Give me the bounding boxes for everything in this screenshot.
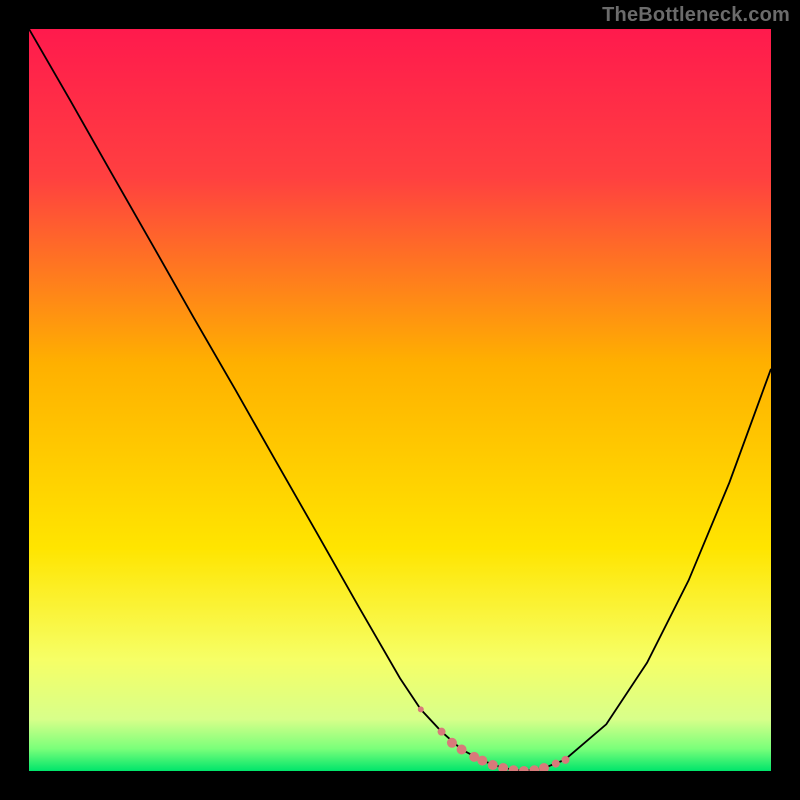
plot-area [29,29,771,771]
chart-svg [29,29,771,771]
marker-dot [477,756,487,766]
watermark-label: TheBottleneck.com [602,4,790,27]
gradient-background [29,29,771,771]
chart-frame: TheBottleneck.com [0,0,800,800]
marker-dot [561,756,569,764]
marker-dot [438,728,446,736]
marker-dot [488,760,498,770]
marker-dot [447,738,457,748]
marker-dot [418,706,424,712]
marker-dot [457,744,467,754]
marker-dot [552,760,560,768]
